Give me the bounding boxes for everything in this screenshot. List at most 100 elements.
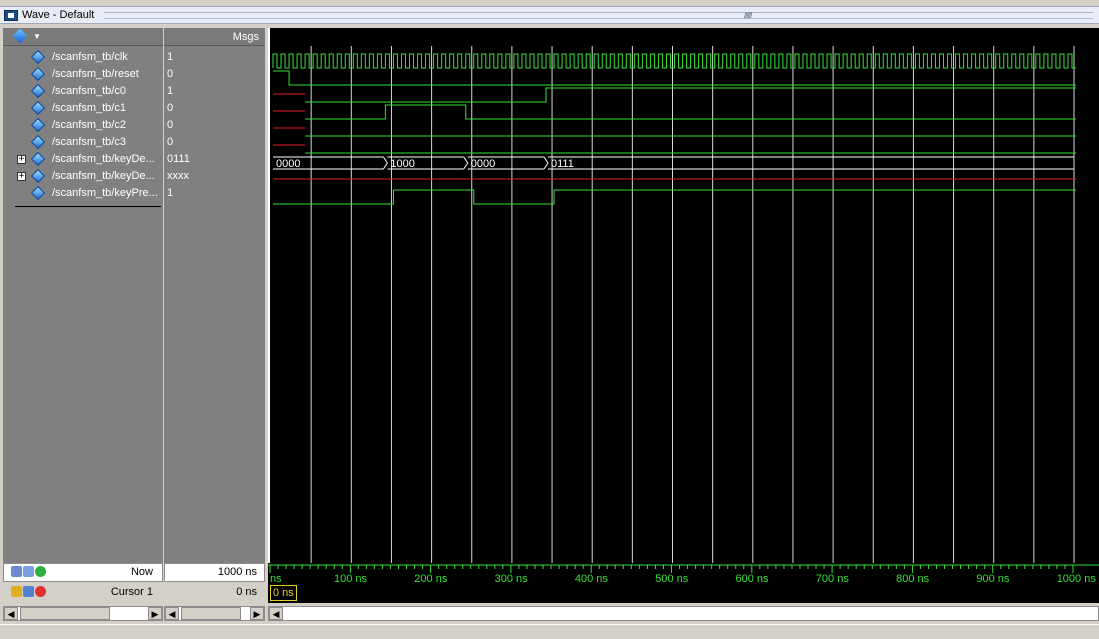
signal-value: 0111 — [167, 153, 190, 165]
titlebar-grip-handle-icon[interactable]: ////// — [744, 11, 752, 20]
signal-row[interactable]: /scanfsm_tb/keyPre... — [3, 185, 163, 202]
signal-value: 0 — [167, 136, 174, 148]
time-tick-label: 900 ns — [976, 573, 1010, 585]
bus-value-label: 0111 — [551, 158, 574, 170]
signal-value: 0 — [167, 68, 174, 80]
values-header: Msgs — [164, 28, 265, 46]
chevron-down-icon[interactable]: ▼ — [33, 32, 41, 41]
values-scroll-thumb[interactable] — [181, 607, 241, 620]
signal-row[interactable]: /scanfsm_tb/c2 — [3, 117, 163, 134]
signal-value-row[interactable]: 0 — [164, 117, 265, 134]
signal-value: 1 — [167, 187, 174, 199]
reset-waveform — [273, 70, 1076, 86]
edit-cursor-icon[interactable] — [23, 586, 34, 597]
keyde-bus-segment — [548, 156, 1074, 170]
names-scroll-thumb[interactable] — [20, 607, 110, 620]
signal-row[interactable]: /scanfsm_tb/clk — [3, 49, 163, 66]
signal-name: /scanfsm_tb/keyDe... — [52, 170, 155, 182]
time-axis-start-label: ns — [270, 573, 282, 585]
msgs-label: Msgs — [232, 31, 259, 43]
time-tick-label: 500 ns — [655, 573, 689, 585]
signal-row[interactable]: /scanfsm_tb/c1 — [3, 100, 163, 117]
signal-value: xxxx — [167, 170, 189, 182]
keyde-bus-transition — [543, 156, 549, 170]
signal-value-row[interactable]: 0 — [164, 134, 265, 151]
scroll-left-icon[interactable]: ◀ — [165, 607, 179, 620]
signal-name: /scanfsm_tb/c2 — [52, 119, 126, 131]
signal-name: /scanfsm_tb/keyDe... — [52, 153, 155, 165]
signal-name: /scanfsm_tb/clk — [52, 51, 128, 63]
waveform-canvas[interactable]: 0000 1000 0000 0111 — [270, 28, 1099, 563]
time-axis-pane[interactable]: ns 100 ns 200 ns 300 ns 400 ns 500 ns 600 ns 7… — [268, 563, 1099, 603]
footer-values-pane: 1000 ns 0 ns — [164, 563, 265, 603]
expand-icon[interactable]: + — [17, 155, 26, 164]
signal-value: 0 — [167, 102, 174, 114]
signal-value: 1 — [167, 85, 174, 97]
c1-waveform — [305, 104, 1076, 120]
signal-name: /scanfsm_tb/c0 — [52, 85, 126, 97]
signal-value-row[interactable]: 1 — [164, 185, 265, 202]
time-tick-label: 1000 ns — [1056, 573, 1096, 585]
names-hscrollbar[interactable]: ◀ ▶ — [3, 606, 163, 621]
signal-name: /scanfsm_tb/c3 — [52, 136, 126, 148]
signal-diamond-icon — [30, 168, 46, 184]
bus-value-label: 1000 — [390, 158, 414, 170]
signal-names-pane: ▼ /scanfsm_tb/clk/scanfsm_tb/reset/scanf… — [3, 28, 163, 563]
time-tick-label: 600 ns — [735, 573, 769, 585]
remove-cursor-icon[interactable] — [35, 586, 46, 597]
signal-diamond-icon — [30, 100, 46, 116]
window-titlebar: Wave - Default ////// — [0, 6, 1099, 24]
time-tick-label: 200 ns — [414, 573, 448, 585]
signal-diamond-icon — [30, 49, 46, 65]
scroll-right-icon[interactable]: ▶ — [148, 607, 162, 620]
signal-value-row[interactable]: 0 — [164, 100, 265, 117]
signal-row[interactable]: + /scanfsm_tb/keyDe... — [3, 151, 163, 168]
zoom-icon[interactable] — [23, 566, 34, 577]
lock-icon[interactable] — [11, 586, 22, 597]
titlebar-grip[interactable] — [104, 12, 1093, 19]
add-cursor-icon[interactable] — [35, 566, 46, 577]
cursor-value[interactable]: 0 ns — [236, 586, 257, 598]
signal-diamond-icon — [30, 151, 46, 167]
keypress-waveform — [273, 189, 1076, 205]
signal-value-row[interactable]: 1 — [164, 83, 265, 100]
list-end-marker — [15, 206, 161, 207]
expand-icon[interactable]: + — [17, 172, 26, 181]
window-title: Wave - Default — [22, 9, 95, 21]
signal-diamond-icon — [30, 117, 46, 133]
keyde-bus-transition — [463, 156, 469, 170]
waveform-pane[interactable]: 0000 1000 0000 0111 — [268, 28, 1099, 563]
signal-name: /scanfsm_tb/keyPre... — [52, 187, 158, 199]
signal-value-row[interactable]: 0111 — [164, 151, 265, 168]
signal-diamond-icon — [30, 83, 46, 99]
values-hscrollbar[interactable]: ◀ ▶ — [164, 606, 265, 621]
signal-value: 0 — [167, 119, 174, 131]
signal-value-row[interactable]: xxxx — [164, 168, 265, 185]
signal-row[interactable]: /scanfsm_tb/c0 — [3, 83, 163, 100]
footer-names-pane: Now Cursor 1 — [3, 563, 163, 603]
signal-name: /scanfsm_tb/c1 — [52, 102, 126, 114]
wave-window-icon — [4, 10, 18, 21]
signal-value-row[interactable]: 1 — [164, 49, 265, 66]
now-row: Now — [3, 563, 163, 582]
add-wave-icon[interactable] — [11, 566, 22, 577]
cursor-time-marker[interactable]: 0 ns — [270, 585, 297, 601]
time-tick-label: 400 ns — [574, 573, 608, 585]
signal-value-row[interactable]: 0 — [164, 66, 265, 83]
status-bar — [0, 624, 1099, 639]
bus-value-label: 0000 — [471, 158, 495, 170]
scroll-left-icon[interactable]: ◀ — [4, 607, 18, 620]
names-header: ▼ — [3, 28, 163, 46]
scroll-left-icon[interactable]: ◀ — [269, 607, 283, 620]
wave-hscrollbar[interactable]: ◀ — [268, 606, 1099, 621]
signal-select-icon[interactable] — [12, 28, 28, 44]
c0-waveform — [305, 87, 1076, 103]
scroll-right-icon[interactable]: ▶ — [250, 607, 264, 620]
signal-diamond-icon — [30, 134, 46, 150]
signal-row[interactable]: /scanfsm_tb/c3 — [3, 134, 163, 151]
time-tick-label: 300 ns — [494, 573, 528, 585]
signal-row[interactable]: + /scanfsm_tb/keyDe... — [3, 168, 163, 185]
signal-row[interactable]: /scanfsm_tb/reset — [3, 66, 163, 83]
cursor-row: Cursor 1 — [3, 583, 163, 602]
time-tick-label: 100 ns — [334, 573, 368, 585]
